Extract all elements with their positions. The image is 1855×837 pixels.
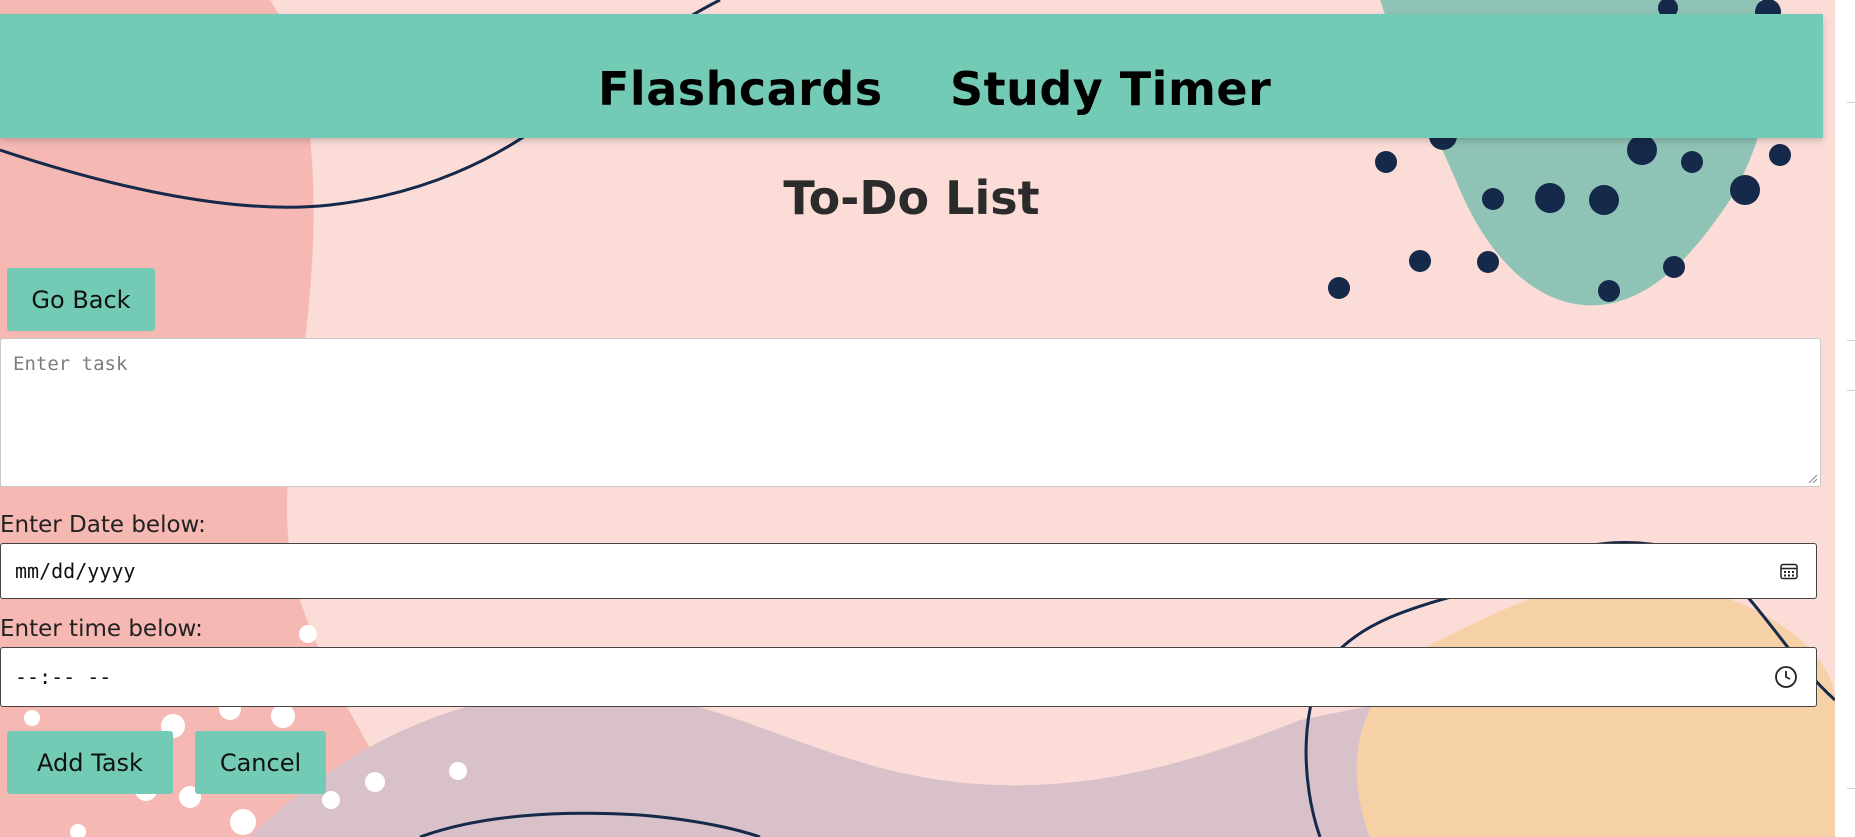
time-field-value: --:-- --: [15, 665, 112, 689]
scroll-tick: [1847, 102, 1855, 103]
clock-icon[interactable]: [1774, 665, 1798, 689]
page-background: Flashcards Study Timer To-Do List Go Bac…: [0, 0, 1835, 837]
time-field[interactable]: --:-- --: [0, 647, 1817, 707]
task-input[interactable]: Enter task: [0, 338, 1821, 487]
task-input-placeholder: Enter task: [13, 353, 128, 375]
date-label: Enter Date below:: [0, 512, 206, 538]
go-back-button[interactable]: Go Back: [7, 268, 155, 331]
calendar-icon[interactable]: [1780, 562, 1798, 580]
time-label: Enter time below:: [0, 616, 203, 642]
cancel-button[interactable]: Cancel: [195, 731, 326, 794]
nav-study-timer-link[interactable]: Study Timer: [950, 62, 1271, 116]
scroll-tick: [1847, 788, 1855, 789]
top-navbar: Flashcards Study Timer: [0, 14, 1823, 138]
scroll-tick: [1847, 340, 1855, 341]
date-field-value: mm/dd/yyyy: [15, 559, 136, 583]
scroll-tick: [1847, 390, 1855, 391]
resize-handle-icon[interactable]: [1807, 473, 1817, 483]
add-task-button[interactable]: Add Task: [7, 731, 173, 794]
nav-flashcards-link[interactable]: Flashcards: [598, 62, 883, 116]
page-title: To-Do List: [783, 171, 1040, 225]
date-field[interactable]: mm/dd/yyyy: [0, 543, 1817, 599]
window-scrollbar[interactable]: [1835, 0, 1855, 837]
